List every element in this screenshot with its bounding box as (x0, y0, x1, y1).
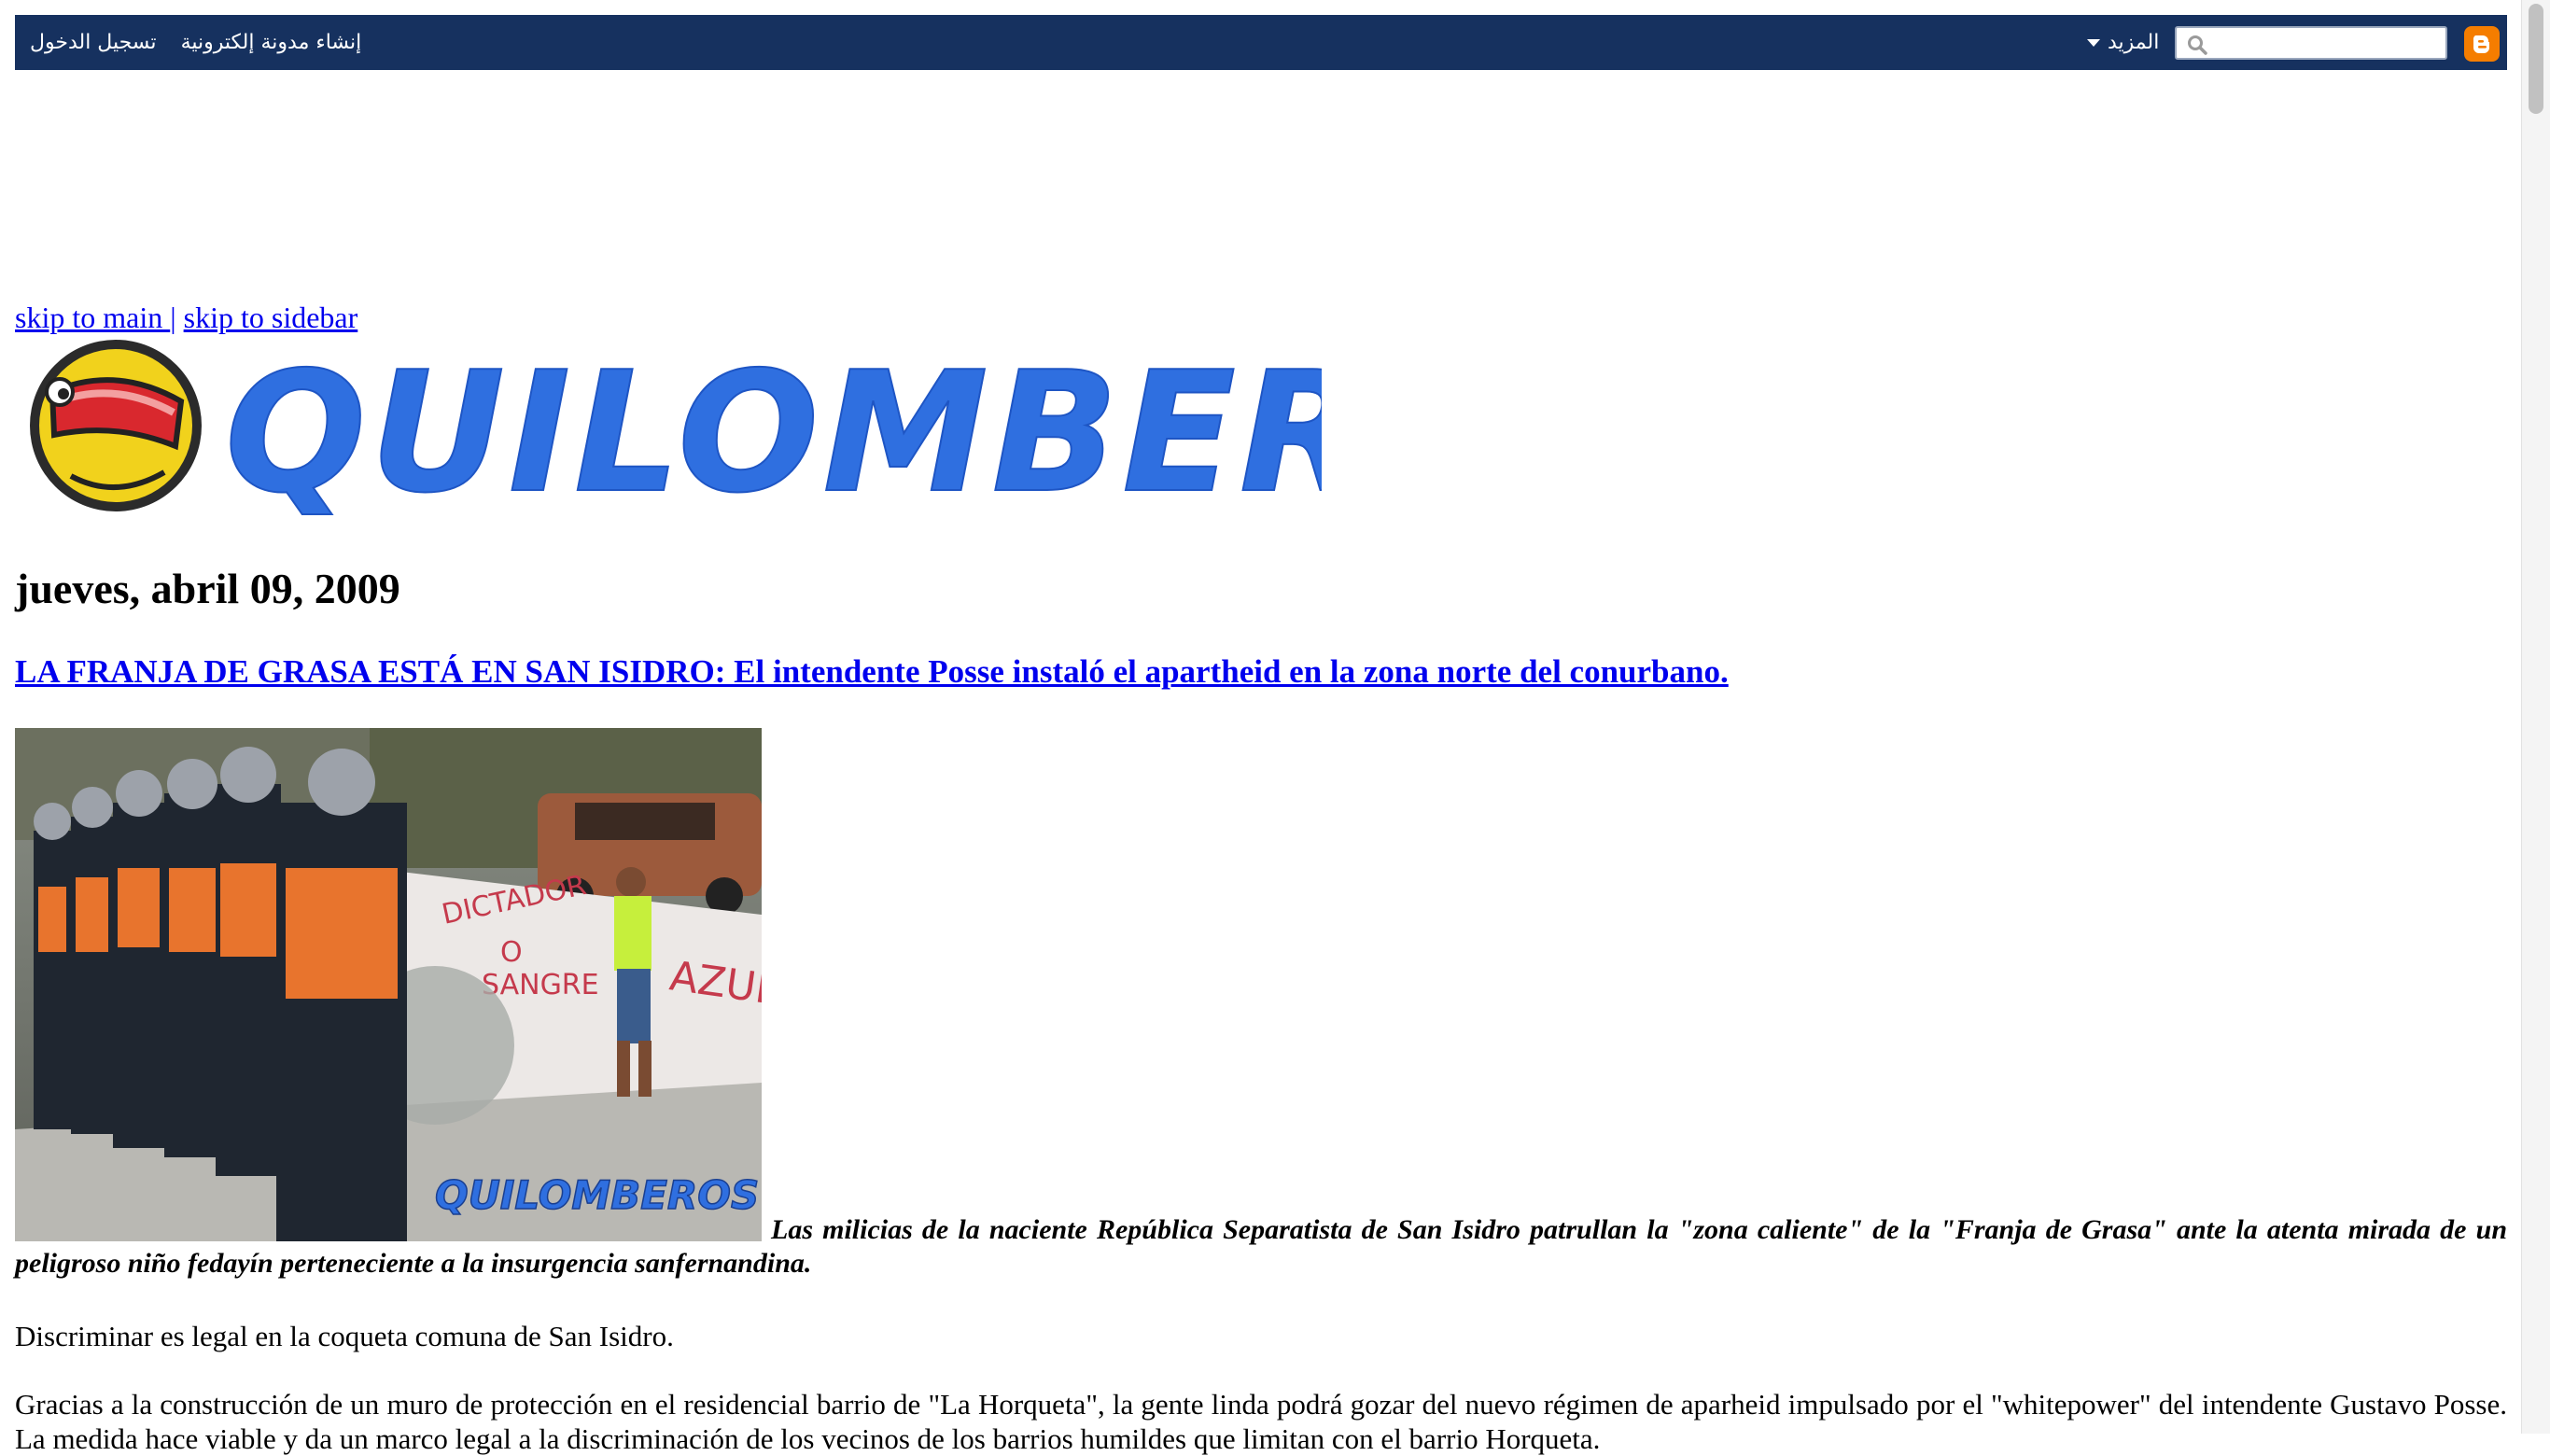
post-paragraph-1: Discriminar es legal en la coqueta comun… (15, 1320, 674, 1352)
page-scrollbar[interactable] (2521, 0, 2550, 1434)
post-title-link[interactable]: LA FRANJA DE GRASA ESTÁ EN SAN ISIDRO: E… (15, 653, 1729, 690)
skip-to-sidebar-link[interactable]: skip to sidebar (184, 301, 358, 334)
post-title: LA FRANJA DE GRASA ESTÁ EN SAN ISIDRO: E… (15, 653, 1729, 691)
photo-watermark-text: QUILOMBEROS (435, 1172, 759, 1218)
search-box[interactable] (2175, 26, 2447, 60)
skip-to-main-link[interactable]: skip to main (15, 301, 170, 334)
scrollbar-thumb[interactable] (2529, 4, 2543, 114)
caption-indent-spacer (15, 1238, 771, 1239)
chevron-down-icon (2087, 38, 2100, 47)
graffiti-text-2: O (500, 936, 523, 969)
photo-caption-text: Las milicias de la naciente República Se… (15, 1214, 2507, 1279)
more-menu-label: المزيد (2108, 31, 2160, 54)
post-paragraph-2: Gracias a la construcción de un muro de … (15, 1388, 2507, 1455)
blogger-logo-icon[interactable] (2464, 26, 2500, 62)
navbar-links: تسجيل الدخول إنشاء مدونة إلكترونية (30, 15, 361, 70)
blogger-b-icon (2473, 35, 2489, 53)
skip-separator: | (170, 301, 176, 334)
blog-header-logo[interactable]: QUILOMBEROS (15, 336, 1322, 523)
search-icon (2188, 35, 2207, 55)
blog-title-logo-text: QUILOMBEROS (225, 336, 1322, 523)
graffiti-text-3: SANGRE (482, 969, 599, 1001)
more-menu-button[interactable]: المزيد (2087, 15, 2159, 70)
photo-caption: Las milicias de la naciente República Se… (15, 1213, 2507, 1281)
blogger-navbar: تسجيل الدخول إنشاء مدونة إلكترونية المزي… (15, 15, 2507, 70)
skip-links: skip to main | skip to sidebar (15, 301, 357, 335)
post-date: jueves, abril 09, 2009 (15, 565, 400, 612)
mascot-logo-icon (30, 340, 202, 511)
signin-link[interactable]: تسجيل الدخول (30, 31, 157, 54)
create-blog-link[interactable]: إنشاء مدونة إلكترونية (181, 31, 362, 54)
post-photo[interactable]: DICTADOR O SANGRE AZUL QUILOMBEROS (15, 728, 762, 1241)
search-input[interactable] (2214, 30, 2442, 58)
